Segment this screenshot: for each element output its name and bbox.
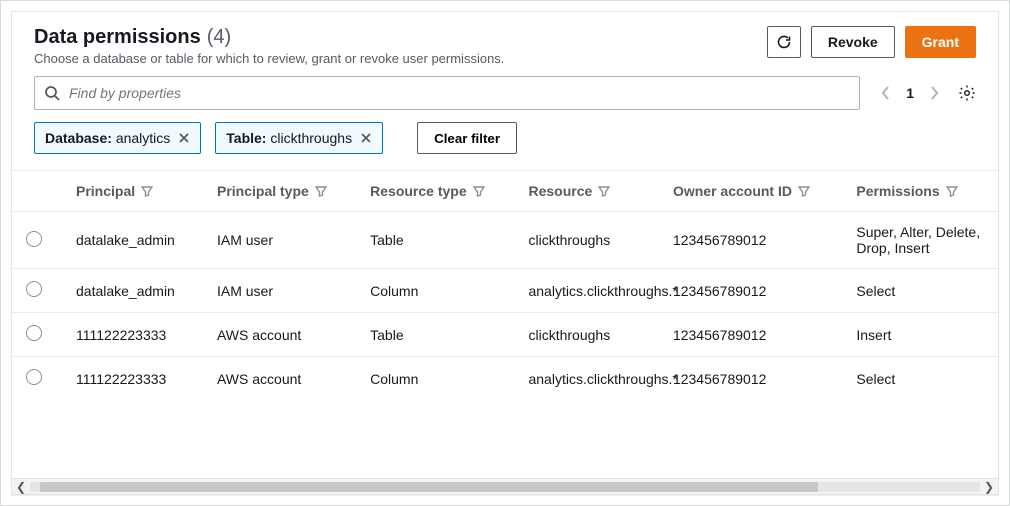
gear-icon [958, 84, 976, 102]
table-row: datalake_adminIAM userTableclickthroughs… [12, 212, 998, 269]
filter-icon [598, 185, 610, 197]
filter-chip-value: analytics [116, 130, 170, 146]
cell-permissions: Select [842, 269, 998, 313]
row-select-radio[interactable] [26, 281, 42, 297]
scroll-left[interactable]: ❮ [14, 480, 28, 494]
col-resource-type[interactable]: Resource type [370, 183, 484, 199]
remove-filter-database[interactable] [178, 132, 190, 144]
filter-chip-label: Database: [45, 130, 112, 146]
page-next[interactable] [928, 84, 940, 102]
cell-principal: 111122223333 [62, 313, 203, 357]
page-prev[interactable] [880, 84, 892, 102]
filter-chip-database[interactable]: Database: analytics [34, 122, 201, 154]
cell-resource: clickthroughs [514, 313, 658, 357]
row-select-radio[interactable] [26, 325, 42, 341]
table-row: 111122223333AWS accountColumnanalytics.c… [12, 357, 998, 401]
permissions-table: Principal Principal type Resource type R… [12, 171, 998, 400]
cell-resource: analytics.clickthroughs.* [514, 357, 658, 401]
page-subtitle: Choose a database or table for which to … [34, 51, 504, 66]
table-container: Principal Principal type Resource type R… [12, 170, 998, 478]
search-icon [44, 85, 60, 101]
revoke-button[interactable]: Revoke [811, 26, 895, 58]
scroll-right[interactable]: ❯ [982, 480, 996, 494]
cell-principal-type: IAM user [203, 212, 356, 269]
filter-chip-table[interactable]: Table: clickthroughs [215, 122, 383, 154]
scroll-thumb[interactable] [40, 482, 819, 492]
cell-owner-account-id: 123456789012 [659, 212, 842, 269]
chevron-left-icon [880, 84, 892, 102]
cell-resource-type: Column [356, 269, 514, 313]
cell-permissions: Select [842, 357, 998, 401]
cell-principal-type: AWS account [203, 313, 356, 357]
page-title: Data permissions [34, 26, 201, 49]
cell-owner-account-id: 123456789012 [659, 357, 842, 401]
cell-resource-type: Column [356, 357, 514, 401]
close-icon [178, 132, 190, 144]
cell-principal-type: IAM user [203, 269, 356, 313]
chevron-right-icon [928, 84, 940, 102]
cell-resource-type: Table [356, 212, 514, 269]
filter-icon [946, 185, 958, 197]
col-principal-type[interactable]: Principal type [217, 183, 327, 199]
cell-principal: datalake_admin [62, 269, 203, 313]
settings-button[interactable] [958, 84, 976, 102]
horizontal-scrollbar[interactable]: ❮ ❯ [12, 478, 998, 494]
cell-owner-account-id: 123456789012 [659, 269, 842, 313]
col-permissions[interactable]: Permissions [856, 183, 957, 199]
page-number: 1 [906, 85, 914, 101]
row-select-radio[interactable] [26, 369, 42, 385]
cell-resource: analytics.clickthroughs.* [514, 269, 658, 313]
search-input[interactable] [34, 76, 860, 110]
cell-principal: 111122223333 [62, 357, 203, 401]
col-resource[interactable]: Resource [528, 183, 610, 199]
refresh-icon [776, 34, 792, 50]
scroll-track[interactable] [30, 482, 980, 492]
filter-chip-label: Table: [226, 130, 266, 146]
table-row: datalake_adminIAM userColumnanalytics.cl… [12, 269, 998, 313]
filter-chip-value: clickthroughs [270, 130, 352, 146]
search-container [34, 76, 860, 110]
data-permissions-card: Data permissions (4) Choose a database o… [11, 11, 999, 495]
filter-icon [315, 185, 327, 197]
grant-button[interactable]: Grant [905, 26, 976, 58]
clear-filter-button[interactable]: Clear filter [417, 122, 517, 154]
cell-resource-type: Table [356, 313, 514, 357]
col-owner-account-id[interactable]: Owner account ID [673, 183, 810, 199]
cell-principal: datalake_admin [62, 212, 203, 269]
pager: 1 [880, 84, 976, 102]
cell-resource: clickthroughs [514, 212, 658, 269]
refresh-button[interactable] [767, 26, 801, 58]
row-select-radio[interactable] [26, 231, 42, 247]
close-icon [360, 132, 372, 144]
cell-principal-type: AWS account [203, 357, 356, 401]
filter-icon [798, 185, 810, 197]
cell-owner-account-id: 123456789012 [659, 313, 842, 357]
filter-icon [473, 185, 485, 197]
remove-filter-table[interactable] [360, 132, 372, 144]
table-row: 111122223333AWS accountTableclickthrough… [12, 313, 998, 357]
filter-icon [141, 185, 153, 197]
item-count: (4) [207, 26, 231, 49]
cell-permissions: Insert [842, 313, 998, 357]
cell-permissions: Super, Alter, Delete, Drop, Insert [842, 212, 998, 269]
col-principal[interactable]: Principal [76, 183, 153, 199]
